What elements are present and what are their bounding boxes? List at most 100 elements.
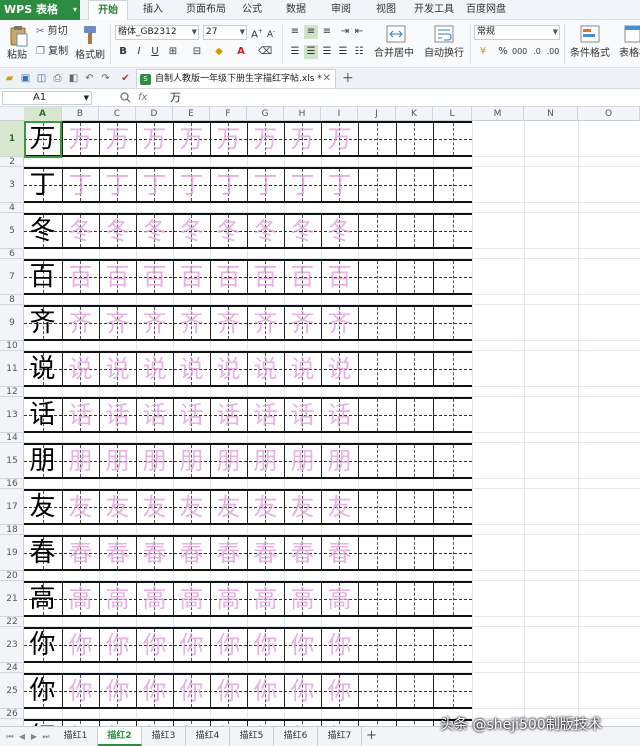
row-header[interactable]: 18 (0, 525, 24, 535)
open-folder-icon[interactable]: ▰ (3, 72, 16, 85)
trace-character[interactable]: 友 (136, 491, 173, 523)
trace-character[interactable]: 齐 (99, 307, 136, 339)
trace-character[interactable]: 朋 (210, 445, 247, 477)
model-character[interactable]: 冬 (24, 215, 61, 247)
trace-character[interactable]: 丁 (284, 169, 321, 201)
trace-character[interactable]: 你 (284, 675, 321, 707)
trace-character[interactable]: 丁 (210, 169, 247, 201)
font-size-select[interactable]: 27 ▼ (203, 25, 247, 40)
column-header[interactable]: B (62, 107, 99, 121)
underline-button[interactable]: U (148, 45, 162, 59)
trace-character[interactable]: 百 (284, 261, 321, 293)
row-header[interactable]: 3 (0, 167, 24, 203)
trace-character[interactable]: 万 (210, 123, 247, 155)
model-character[interactable]: 友 (24, 491, 61, 523)
trace-character[interactable]: 朋 (247, 445, 284, 477)
trace-character[interactable]: 友 (173, 491, 210, 523)
italic-button[interactable]: I (132, 45, 146, 59)
row-header[interactable]: 24 (0, 663, 24, 673)
trace-character[interactable]: 友 (321, 491, 358, 523)
sheet-tab[interactable]: 描红3 (142, 727, 186, 746)
trace-character[interactable]: 万 (247, 123, 284, 155)
trace-character[interactable]: 万 (136, 123, 173, 155)
trace-character[interactable]: 你 (136, 629, 173, 661)
trace-character[interactable]: 冬 (321, 215, 358, 247)
column-header[interactable]: M (472, 107, 524, 121)
trace-character[interactable]: 你 (173, 675, 210, 707)
column-header[interactable]: F (210, 107, 247, 121)
tab-review[interactable]: 审阅 (325, 0, 357, 20)
trace-character[interactable]: 丁 (247, 169, 284, 201)
sheet-tab[interactable]: 描红2 (98, 727, 142, 746)
row-header[interactable]: 4 (0, 203, 24, 213)
row-header[interactable]: 26 (0, 709, 24, 719)
trace-character[interactable]: 说 (284, 353, 321, 385)
copy-button[interactable]: ❐ 复制 (36, 46, 68, 58)
trace-character[interactable]: 丁 (62, 169, 99, 201)
merge-cells-icon[interactable]: ⊟ (190, 45, 204, 59)
trace-character[interactable]: 话 (99, 399, 136, 431)
sheet-tab[interactable]: 描红7 (318, 727, 362, 746)
model-character[interactable]: 话 (24, 399, 61, 431)
row-header[interactable]: 2 (0, 157, 24, 167)
trace-character[interactable]: 齐 (136, 307, 173, 339)
row-header[interactable]: 12 (0, 387, 24, 397)
model-character[interactable]: 朋 (24, 445, 61, 477)
sheet-tab[interactable]: 描红4 (186, 727, 230, 746)
sheet-tab[interactable]: 描红1 (54, 727, 98, 746)
trace-character[interactable]: 万 (173, 123, 210, 155)
model-character[interactable]: 你 (24, 675, 61, 707)
trace-character[interactable]: 齐 (321, 307, 358, 339)
row-header[interactable]: 23 (0, 627, 24, 663)
next-sheet-icon[interactable]: ▶ (28, 730, 40, 743)
trace-character[interactable]: 冬 (210, 215, 247, 247)
save-as-icon[interactable]: ◫ (35, 72, 48, 85)
last-sheet-icon[interactable]: ⏭ (40, 730, 52, 743)
trace-character[interactable]: 丁 (136, 169, 173, 201)
trace-character[interactable]: 春 (321, 537, 358, 569)
trace-character[interactable]: 春 (284, 537, 321, 569)
column-header[interactable]: I (321, 107, 358, 121)
align-middle-icon[interactable]: ≡ (304, 25, 318, 39)
row-header[interactable]: 16 (0, 479, 24, 489)
trace-character[interactable]: 友 (99, 491, 136, 523)
first-sheet-icon[interactable]: ⏮ (4, 730, 16, 743)
model-character[interactable]: 齐 (24, 307, 61, 339)
sheet-tab[interactable]: 描红5 (230, 727, 274, 746)
trace-character[interactable]: 春 (99, 537, 136, 569)
fx-label[interactable]: fx (138, 89, 147, 106)
indent-icon[interactable]: ⇥ (338, 25, 352, 39)
trace-character[interactable]: 友 (62, 491, 99, 523)
clear-format-icon[interactable]: ⌫ (258, 45, 272, 59)
decrease-decimal-icon[interactable]: .00 (546, 45, 560, 59)
trace-character[interactable]: 百 (136, 261, 173, 293)
cut-button[interactable]: ✂ 剪切 (36, 26, 68, 38)
trace-character[interactable]: 高 (247, 583, 284, 615)
sheet-tab[interactable]: 描红6 (274, 727, 318, 746)
row-header[interactable]: 27 (0, 719, 24, 726)
trace-character[interactable]: 话 (62, 399, 99, 431)
name-box[interactable]: A1 ▼ (2, 91, 92, 105)
model-character[interactable]: 你 (24, 629, 61, 661)
trace-character[interactable]: 高 (62, 583, 99, 615)
trace-character[interactable]: 朋 (321, 445, 358, 477)
row-header[interactable]: 17 (0, 489, 24, 525)
increase-decimal-icon[interactable]: .0 (530, 45, 544, 59)
trace-character[interactable]: 百 (99, 261, 136, 293)
trace-character[interactable]: 朋 (62, 445, 99, 477)
trace-character[interactable]: 说 (136, 353, 173, 385)
trace-character[interactable]: 你 (62, 675, 99, 707)
font-family-select[interactable]: 楷体_GB2312 ▼ (115, 25, 199, 40)
model-character[interactable]: 说 (24, 353, 61, 385)
redo-icon[interactable]: ↷ (99, 72, 112, 85)
print-preview-icon[interactable]: ◧ (67, 72, 80, 85)
row-header[interactable]: 13 (0, 397, 24, 433)
trace-character[interactable]: 朋 (136, 445, 173, 477)
print-icon[interactable]: ⎙ (51, 72, 64, 85)
row-header[interactable]: 10 (0, 341, 24, 351)
zoom-icon[interactable] (120, 92, 131, 103)
trace-character[interactable]: 说 (99, 353, 136, 385)
tab-home[interactable]: 开始 (88, 0, 128, 21)
trace-character[interactable]: 你 (321, 629, 358, 661)
trace-character[interactable]: 冬 (99, 215, 136, 247)
